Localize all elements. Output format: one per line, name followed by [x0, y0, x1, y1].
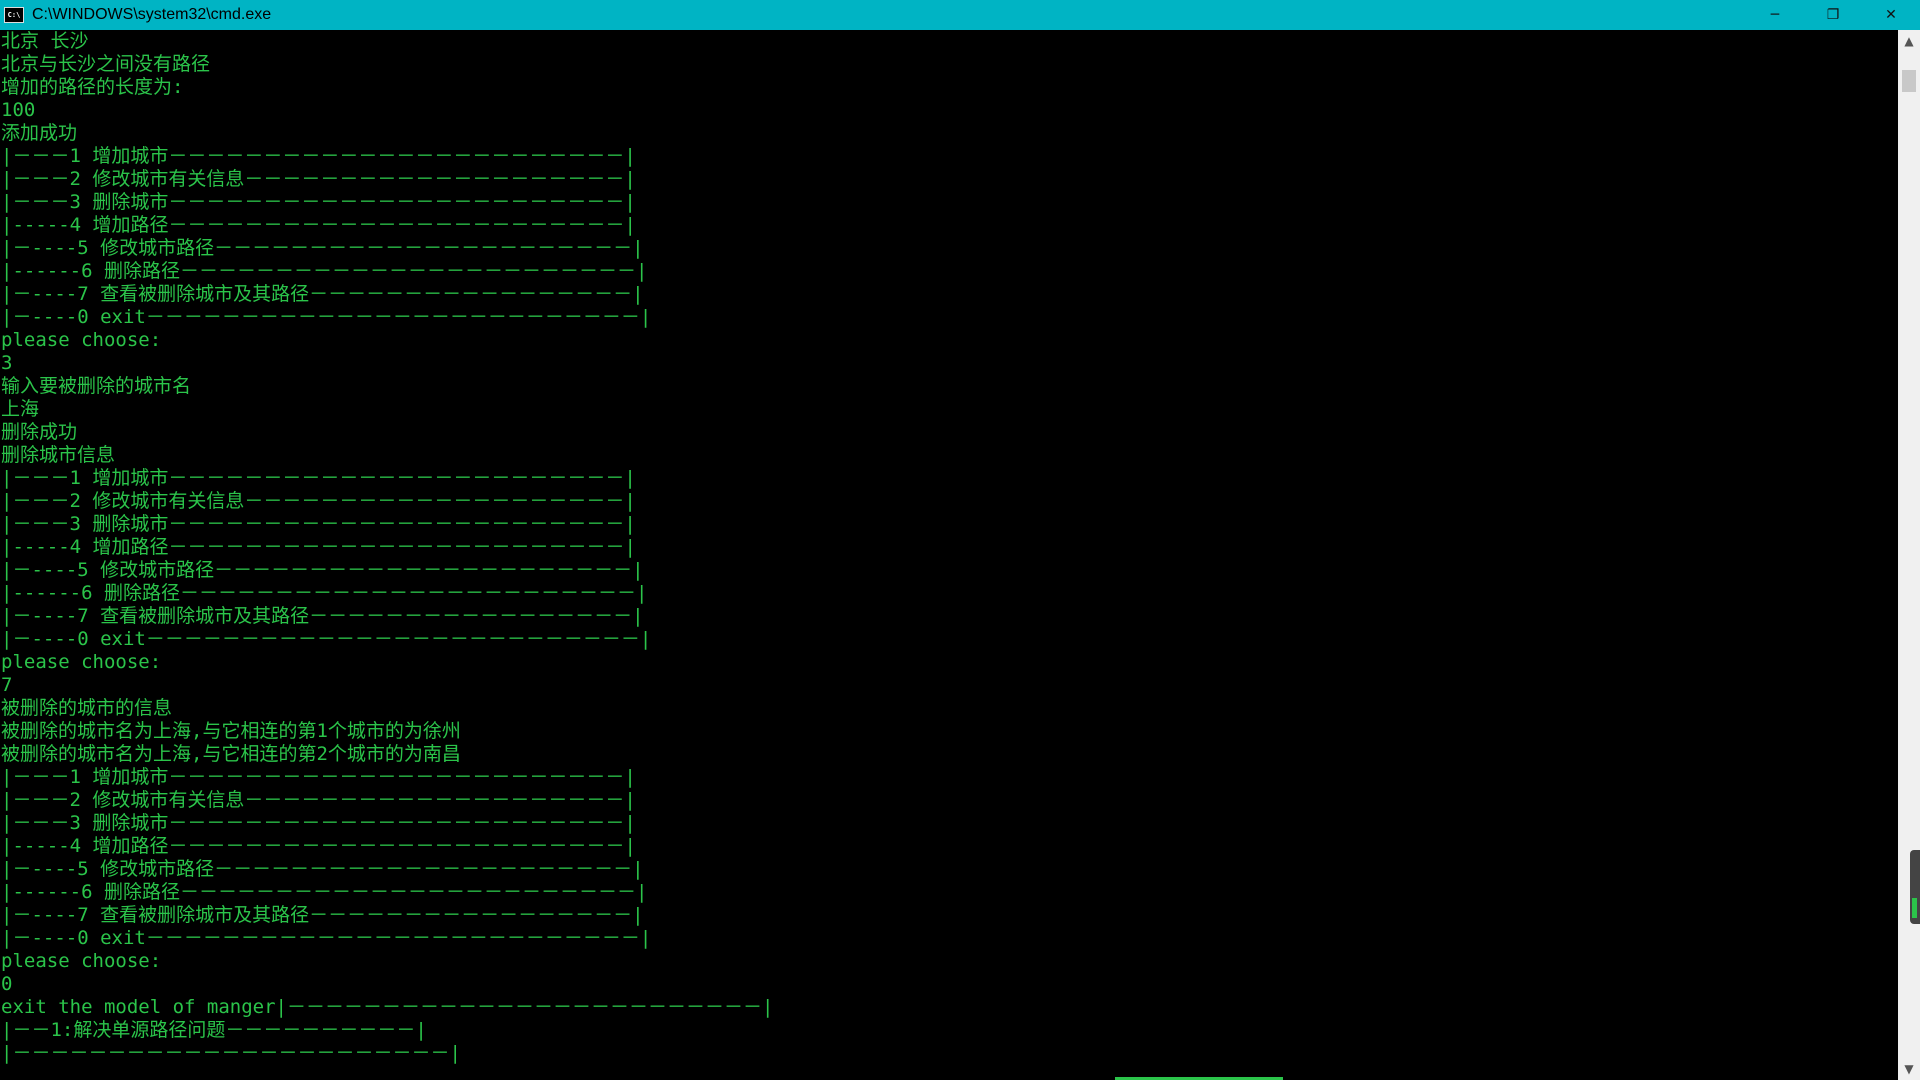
console-line: |－－－2 修改城市有关信息－－－－－－－－－－－－－－－－－－－－| — [1, 490, 636, 512]
console-line: |------6 删除路径－－－－－－－－－－－－－－－－－－－－－－－－| — [1, 582, 648, 604]
cmd-icon: C:\ — [4, 7, 24, 23]
title-bar[interactable]: C:\ C:\WINDOWS\system32\cmd.exe ─ ❐ ✕ — [0, 0, 1920, 30]
console-line: 北京与长沙之间没有路径 — [1, 53, 211, 75]
console-line: 3 — [1, 352, 13, 374]
console-line: |－－－2 修改城市有关信息－－－－－－－－－－－－－－－－－－－－| — [1, 168, 636, 190]
console-line: |-----4 增加路径－－－－－－－－－－－－－－－－－－－－－－－－| — [1, 214, 636, 236]
console-line: |－－－3 删除城市－－－－－－－－－－－－－－－－－－－－－－－－| — [1, 812, 636, 834]
console-line: |－－－1 增加城市－－－－－－－－－－－－－－－－－－－－－－－－| — [1, 766, 636, 788]
console-line: 被删除的城市的信息 — [1, 697, 173, 719]
console-line: 被删除的城市名为上海,与它相连的第2个城市的为南昌 — [1, 743, 461, 765]
console-line: |-----4 增加路径－－－－－－－－－－－－－－－－－－－－－－－－| — [1, 835, 636, 857]
console-line: 0 — [1, 973, 13, 995]
console-line: please choose: — [1, 651, 162, 673]
console-line: please choose: — [1, 329, 162, 351]
console-line: |-----4 增加路径－－－－－－－－－－－－－－－－－－－－－－－－| — [1, 536, 636, 558]
console-line: 删除成功 — [1, 421, 78, 443]
console-line: |------6 删除路径－－－－－－－－－－－－－－－－－－－－－－－－| — [1, 881, 648, 903]
console-line: 100 — [1, 99, 36, 121]
console-line: |------6 删除路径－－－－－－－－－－－－－－－－－－－－－－－－| — [1, 260, 648, 282]
console-line: |－－－－－－－－－－－－－－－－－－－－－－－| — [1, 1042, 461, 1064]
console-line: |－----0 exit－－－－－－－－－－－－－－－－－－－－－－－－－－| — [1, 927, 652, 949]
console-line: 删除城市信息 — [1, 444, 116, 466]
console-line: |－----7 查看被删除城市及其路径－－－－－－－－－－－－－－－－－| — [1, 605, 644, 627]
console-line: |－－－2 修改城市有关信息－－－－－－－－－－－－－－－－－－－－| — [1, 789, 636, 811]
console-line: exit the model of manger|－－－－－－－－－－－－－－－… — [1, 996, 774, 1018]
console-line: |－－－1 增加城市－－－－－－－－－－－－－－－－－－－－－－－－| — [1, 467, 636, 489]
scroll-up-icon[interactable]: ▲ — [1898, 30, 1920, 52]
console-line: please choose: — [1, 950, 162, 972]
console-line: |－----0 exit－－－－－－－－－－－－－－－－－－－－－－－－－－| — [1, 628, 652, 650]
side-panel-indicator-icon — [1912, 898, 1917, 918]
console-line: |－－1:解决单源路径问题－－－－－－－－－－| — [1, 1019, 427, 1041]
console-line: 输入要被删除的城市名 — [1, 375, 192, 397]
side-panel-handle[interactable] — [1910, 850, 1920, 924]
window-controls: ─ ❐ ✕ — [1746, 0, 1920, 30]
scroll-down-icon[interactable]: ▼ — [1898, 1058, 1920, 1080]
console-line: |－----5 修改城市路径－－－－－－－－－－－－－－－－－－－－－－| — [1, 858, 644, 880]
scroll-thumb[interactable] — [1902, 70, 1916, 92]
console-line: |－----0 exit－－－－－－－－－－－－－－－－－－－－－－－－－－| — [1, 306, 652, 328]
close-button[interactable]: ✕ — [1862, 0, 1920, 30]
console-line: |－----7 查看被删除城市及其路径－－－－－－－－－－－－－－－－－| — [1, 904, 644, 926]
console-line: 被删除的城市名为上海,与它相连的第1个城市的为徐州 — [1, 720, 461, 742]
console-line: |－－－3 删除城市－－－－－－－－－－－－－－－－－－－－－－－－| — [1, 191, 636, 213]
console-line: |－－－3 删除城市－－－－－－－－－－－－－－－－－－－－－－－－| — [1, 513, 636, 535]
console-line: |－－－1 增加城市－－－－－－－－－－－－－－－－－－－－－－－－| — [1, 145, 636, 167]
maximize-button[interactable]: ❐ — [1804, 0, 1862, 30]
window-title: C:\WINDOWS\system32\cmd.exe — [32, 6, 272, 23]
console-output[interactable]: 北京 长沙 北京与长沙之间没有路径 增加的路径的长度为: 100 添加成功 |－－－1 增… — [0, 30, 1898, 1080]
console-line: |－----7 查看被删除城市及其路径－－－－－－－－－－－－－－－－－| — [1, 283, 644, 305]
console-line: |－----5 修改城市路径－－－－－－－－－－－－－－－－－－－－－－| — [1, 237, 644, 259]
console-line: 7 — [1, 674, 13, 696]
console-line: 添加成功 — [1, 122, 78, 144]
minimize-button[interactable]: ─ — [1746, 0, 1804, 30]
console-line: 增加的路径的长度为: — [1, 76, 184, 98]
console-line: |－----5 修改城市路径－－－－－－－－－－－－－－－－－－－－－－| — [1, 559, 644, 581]
console-line: 上海 — [1, 398, 40, 420]
console-line: 北京 长沙 — [1, 30, 89, 52]
